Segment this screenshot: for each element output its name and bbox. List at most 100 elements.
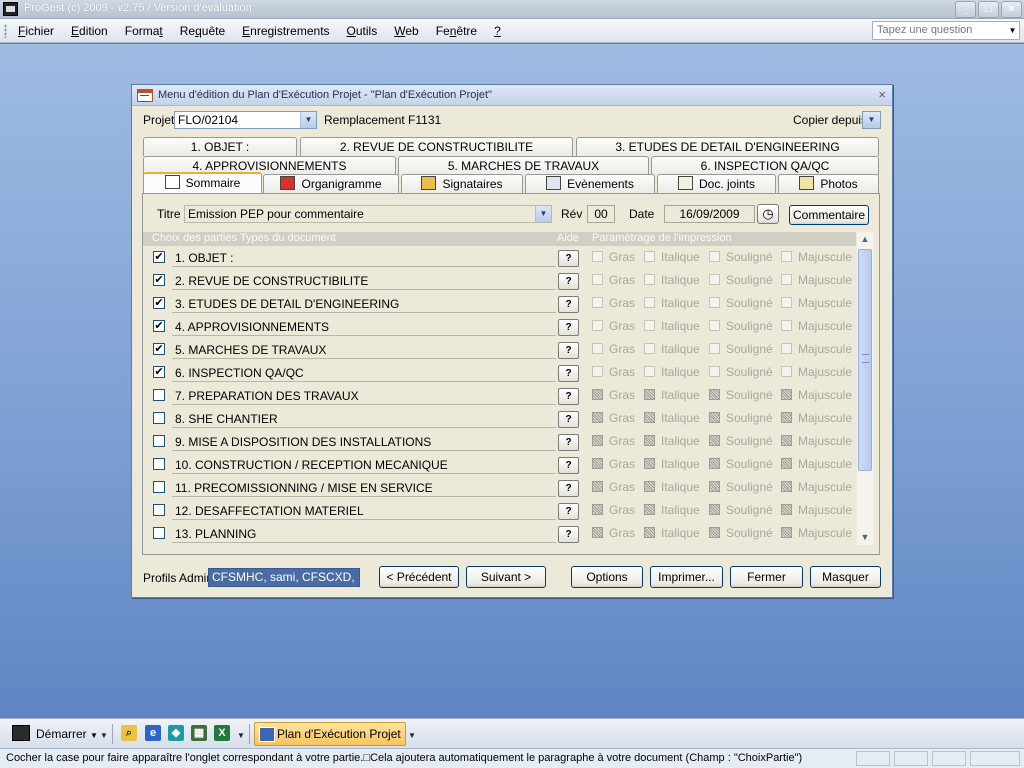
tab[interactable]: 3. ETUDES DE DETAIL D'ENGINEERING (576, 137, 879, 156)
chevron-down-icon[interactable]: ▼ (408, 731, 416, 740)
option-box[interactable] (644, 274, 655, 285)
imprimer-button[interactable]: Imprimer... (650, 566, 723, 588)
option-box[interactable] (592, 343, 603, 354)
aide-button[interactable]: ? (558, 457, 579, 474)
option-box[interactable] (592, 274, 603, 285)
search-icon[interactable]: ⌕ (121, 725, 137, 741)
menu-item[interactable]: Outils (347, 24, 378, 38)
rev-field[interactable]: 00 (587, 205, 615, 223)
menu-item[interactable]: Edition (71, 24, 108, 38)
tab[interactable]: Doc. joints (657, 174, 776, 193)
scroll-thumb[interactable] (858, 249, 872, 471)
chevron-down-icon[interactable]: ▼ (100, 731, 108, 740)
titre-combo[interactable]: Emission PEP pour commentaire ▼ (184, 205, 552, 223)
option-box[interactable] (644, 435, 655, 446)
commentaire-button[interactable]: Commentaire (789, 205, 869, 225)
option-box[interactable] (644, 412, 655, 423)
option-box[interactable] (781, 251, 792, 262)
option-box[interactable] (592, 412, 603, 423)
option-box[interactable] (709, 366, 720, 377)
menu-item[interactable]: Enregistrements (242, 24, 329, 38)
option-box[interactable] (709, 389, 720, 400)
option-box[interactable] (592, 435, 603, 446)
menu-item[interactable]: ? (494, 24, 501, 38)
option-box[interactable] (781, 481, 792, 492)
option-box[interactable] (781, 435, 792, 446)
part-checkbox[interactable] (153, 435, 165, 447)
option-box[interactable] (644, 366, 655, 377)
option-box[interactable] (709, 504, 720, 515)
option-box[interactable] (709, 343, 720, 354)
menu-item[interactable]: Format (125, 24, 163, 38)
chevron-down-icon[interactable]: ▼ (237, 731, 245, 740)
profils-field[interactable]: CFSMHC, sami, CFSCXD, , der (208, 568, 360, 587)
option-box[interactable] (644, 251, 655, 262)
excel-icon[interactable]: X (214, 725, 230, 741)
chevron-down-icon[interactable]: ▼ (535, 206, 551, 222)
menu-item[interactable]: Fichier (18, 24, 54, 38)
option-box[interactable] (592, 366, 603, 377)
toolbar-grip-icon[interactable] (4, 24, 7, 38)
option-box[interactable] (592, 320, 603, 331)
help-question-input[interactable]: Tapez une question ▼ (872, 21, 1020, 40)
aide-button[interactable]: ? (558, 526, 579, 543)
option-box[interactable] (709, 297, 720, 308)
fermer-button[interactable]: Fermer (730, 566, 803, 588)
task-plan-execution-projet[interactable]: Plan d'Exécution Projet (254, 722, 406, 746)
aide-button[interactable]: ? (558, 319, 579, 336)
option-box[interactable] (781, 343, 792, 354)
part-checkbox[interactable] (153, 481, 165, 493)
chevron-down-icon[interactable]: ▼ (300, 112, 316, 128)
aide-button[interactable]: ? (558, 503, 579, 520)
option-box[interactable] (781, 504, 792, 515)
option-box[interactable] (781, 274, 792, 285)
option-box[interactable] (592, 251, 603, 262)
tab[interactable]: 1. OBJET : (143, 137, 297, 156)
option-box[interactable] (781, 527, 792, 538)
shortcut-icon[interactable]: ◆ (168, 725, 184, 741)
menu-item[interactable]: Requête (180, 24, 225, 38)
option-box[interactable] (592, 458, 603, 469)
option-box[interactable] (644, 389, 655, 400)
calendar-clock-icon[interactable]: ◷ (757, 204, 779, 224)
chevron-down-icon[interactable]: ▼ (863, 112, 880, 128)
part-checkbox[interactable] (153, 458, 165, 470)
parts-scrollbar[interactable]: ▲ ▼ (857, 232, 873, 545)
option-box[interactable] (781, 389, 792, 400)
options-button[interactable]: Options (571, 566, 643, 588)
tab[interactable]: Evènements (525, 174, 655, 193)
option-box[interactable] (709, 481, 720, 492)
option-box[interactable] (592, 527, 603, 538)
aide-button[interactable]: ? (558, 342, 579, 359)
maximize-button[interactable]: □ (978, 1, 999, 18)
option-box[interactable] (781, 458, 792, 469)
option-box[interactable] (644, 343, 655, 354)
tab[interactable]: Signataires (401, 174, 523, 193)
aide-button[interactable]: ? (558, 388, 579, 405)
option-box[interactable] (644, 527, 655, 538)
calculator-icon[interactable]: ▦ (191, 725, 207, 741)
part-checkbox[interactable]: ✔ (153, 320, 165, 332)
minimize-button[interactable]: _ (955, 1, 976, 18)
aide-button[interactable]: ? (558, 411, 579, 428)
option-box[interactable] (781, 320, 792, 331)
scroll-up-icon[interactable]: ▲ (857, 232, 873, 247)
part-checkbox[interactable]: ✔ (153, 366, 165, 378)
tab[interactable]: 6. INSPECTION QA/QC (651, 156, 879, 175)
precedent-button[interactable]: < Précédent (379, 566, 459, 588)
option-box[interactable] (644, 297, 655, 308)
tab[interactable]: 2. REVUE DE CONSTRUCTIBILITE (300, 137, 573, 156)
tab[interactable]: Organigramme (263, 174, 399, 193)
aide-button[interactable]: ? (558, 480, 579, 497)
option-box[interactable] (709, 412, 720, 423)
option-box[interactable] (592, 389, 603, 400)
option-box[interactable] (709, 320, 720, 331)
aide-button[interactable]: ? (558, 250, 579, 267)
projet-combo[interactable]: FLO/02104 ▼ (174, 111, 317, 129)
part-checkbox[interactable]: ✔ (153, 274, 165, 286)
menu-item[interactable]: Web (394, 24, 418, 38)
aide-button[interactable]: ? (558, 434, 579, 451)
copier-depuis-combo[interactable]: ▼ (862, 111, 881, 129)
option-box[interactable] (781, 297, 792, 308)
part-checkbox[interactable] (153, 504, 165, 516)
